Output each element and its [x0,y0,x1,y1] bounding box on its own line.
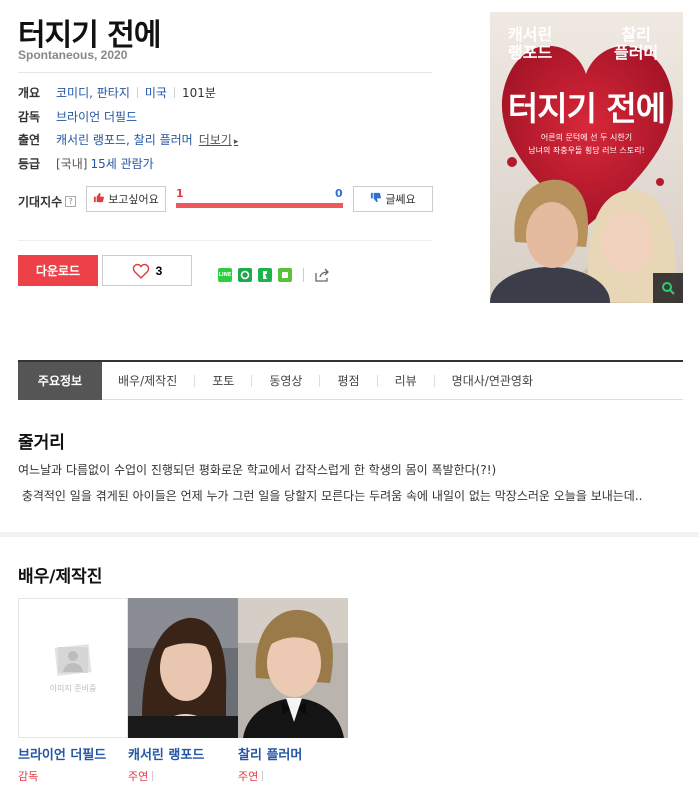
like-count: 3 [155,263,163,278]
runtime: 101분 [181,86,216,100]
cast-label: 출연 [18,133,41,147]
cast-links[interactable]: 캐서린 랭포드, 찰리 플러머 [56,131,193,148]
like-button[interactable]: 3 [102,255,192,286]
person-placeholder-icon [54,643,92,676]
thumbs-up-icon [93,192,105,206]
want-count: 1 [176,187,184,200]
no-image-placeholder: 이미지 준비중 [18,598,128,738]
zoom-button[interactable] [653,273,683,303]
movie-poster[interactable]: 캐서린 랭포드 찰리 플러머 터지기 전에 어른의 문턱에 선 두 시한기 남녀… [490,12,683,303]
line-icon[interactable]: LINE [218,268,232,282]
director-link[interactable]: 브라이언 더필드 [56,108,137,125]
not-sure-button[interactable]: 글쎄요 [353,186,433,212]
cast-card[interactable]: 캐서린 랭포드 주연 [128,598,238,784]
genre-link-fantasy[interactable]: 판타지 [97,84,130,101]
poster-actor1: 캐서린 랭포드 [508,25,553,62]
cast-role: 주연 [128,768,238,784]
help-icon[interactable]: ? [65,196,77,207]
heart-icon [132,263,149,279]
more-cast-link[interactable]: 더보기 [199,131,239,148]
expectation-bar [176,203,343,208]
rating-prefix: [국내] [56,157,88,171]
expectation-label: 기대지수 ? [18,193,77,210]
tab-review[interactable]: 리뷰 [395,362,417,400]
tab-main-info[interactable]: 주요정보 [18,361,102,400]
cast-photo [238,598,348,738]
divider [18,72,432,73]
cast-heading: 배우/제작진 [18,567,103,587]
rating-link[interactable]: 15세 관람가 [90,155,153,172]
poster-tagline2: 남녀의 좌충우돌 횡당 러브 스토리! [528,146,645,155]
info-cast: 출연 캐서린 랭포드, 찰리 플러머 더보기 [18,131,238,148]
overview-label: 개요 [18,86,41,100]
cast-name[interactable]: 찰리 플러머 [238,744,348,763]
separator [303,268,304,282]
separator [173,87,175,98]
cast-role: 주연 [238,768,348,784]
country-link[interactable]: 미국 [145,84,167,101]
tab-quotes[interactable]: 명대사/연관영화 [452,362,533,400]
band-icon[interactable] [238,268,252,282]
tab-video[interactable]: 동영상 [269,362,302,400]
separator [136,87,138,98]
cast-name[interactable]: 브라이언 더필드 [18,744,128,763]
cast-card[interactable]: 이미지 준비중 브라이언 더필드 감독 [18,598,128,784]
cast-name[interactable]: 캐서린 랭포드 [128,744,238,763]
want-to-see-button[interactable]: 보고싶어요 [86,186,166,212]
synopsis-line1: 여느날과 다름없이 수업이 진행되던 평화로운 학교에서 갑작스럽게 한 학생의… [18,463,497,477]
divider [18,240,432,241]
info-rating: 등급 [국내] 15세 관람가 [18,155,154,172]
share-row: LINE [218,268,331,282]
blog-icon[interactable] [278,268,292,282]
cast-role: 감독 [18,770,39,783]
tab-bar: 주요정보 배우/제작진 포토 동영상 평점 리뷰 명대사/연관영화 [18,360,683,400]
tab-photo[interactable]: 포토 [212,362,234,400]
section-divider [0,532,699,537]
movie-subtitle: Spontaneous, 2020 [18,48,128,62]
share-icon[interactable] [315,268,331,282]
poster-tagline1: 어른의 문턱에 선 두 시한기 [540,133,633,142]
synopsis-heading: 줄거리 [18,433,65,453]
poster-title: 터지기 전에 [507,89,666,128]
cast-card[interactable]: 찰리 플러머 주연 [238,598,348,784]
kakaostory-icon[interactable] [258,268,272,282]
no-count: 0 [335,187,343,200]
genre-link-comedy[interactable]: 코미디 [56,84,89,101]
poster-actor2: 찰리 플러머 [614,25,659,62]
director-label: 감독 [18,110,41,124]
expectation-bar-fill [176,203,343,208]
magnifier-icon [662,282,675,295]
info-director: 감독 브라이언 더필드 [18,108,137,125]
cast-photo [128,598,238,738]
info-overview: 개요 코미디, 판타지 미국 101분 [18,84,216,101]
synopsis-line2: 충격적인 일을 겪게된 아이들은 언제 누가 그런 일을 당할지 모른다는 두려… [18,489,643,503]
tab-cast[interactable]: 배우/제작진 [118,362,177,400]
rating-label: 등급 [18,157,41,171]
download-button[interactable]: 다운로드 [18,255,98,286]
tab-rating[interactable]: 평점 [337,362,359,400]
thumbs-down-icon [370,192,382,206]
